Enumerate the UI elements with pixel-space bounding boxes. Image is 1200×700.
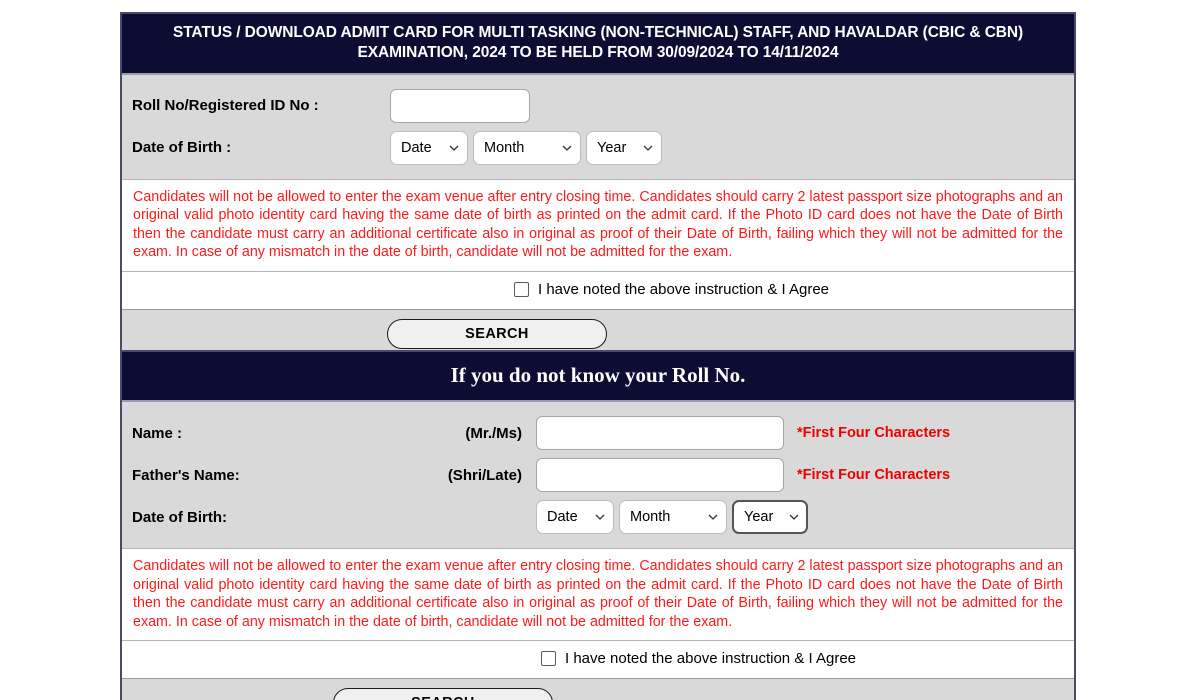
- name-label: Name :: [132, 424, 183, 442]
- dob-month-select-secondary[interactable]: MonthJanuaryFebruaryMarchAprilMayJune: [619, 500, 727, 534]
- agree-checkbox-secondary[interactable]: [541, 651, 556, 667]
- panel-title-primary: STATUS / DOWNLOAD ADMIT CARD FOR MULTI T…: [122, 12, 1074, 75]
- instruction-text-secondary: Candidates will not be allowed to enter …: [122, 548, 1074, 642]
- roll-number-row: Roll No/Registered ID No :: [122, 85, 1074, 127]
- father-name-row: Father's Name: (Shri/Late) *First Four C…: [122, 454, 1074, 496]
- dob-label-primary: Date of Birth :: [132, 139, 232, 157]
- father-salutation-label: (Shri/Late): [447, 466, 522, 484]
- dob-month-select-primary[interactable]: MonthJanuaryFebruaryMarchAprilMayJune: [473, 130, 581, 165]
- dob-year-select-primary[interactable]: Year199019911992199319941995: [586, 130, 662, 165]
- dob-date-wrap-secondary: Date01020304050607080910: [536, 500, 614, 534]
- dob-label-secondary: Date of Birth:: [132, 508, 227, 526]
- roll-number-label: Roll No/Registered ID No :: [132, 97, 319, 115]
- footer-secondary: SEARCH: [122, 679, 1074, 700]
- name-salutation-label: (Mr./Ms): [465, 424, 522, 442]
- dob-select-group-secondary: Date01020304050607080910 MonthJanuaryFeb…: [536, 500, 808, 534]
- name-input[interactable]: [536, 416, 784, 450]
- dob-month-wrap-primary: MonthJanuaryFebruaryMarchAprilMayJune: [473, 130, 581, 165]
- dob-row-secondary: Date of Birth: Date01020304050607080910 …: [122, 496, 1074, 538]
- panel-title-secondary: If you do not know your Roll No.: [122, 350, 1074, 402]
- father-name-label: Father's Name:: [132, 466, 240, 484]
- agree-checkbox-primary[interactable]: [514, 281, 529, 297]
- dob-year-wrap-primary: Year199019911992199319941995: [586, 130, 662, 165]
- roll-number-lookup-panel: If you do not know your Roll No. Name : …: [120, 350, 1076, 700]
- dob-date-select-primary[interactable]: Date01020304050607080910: [390, 130, 468, 165]
- page-root: STATUS / DOWNLOAD ADMIT CARD FOR MULTI T…: [0, 0, 1200, 700]
- dob-date-select-secondary[interactable]: Date01020304050607080910: [536, 500, 614, 534]
- name-row: Name : (Mr./Ms) *First Four Characters: [122, 412, 1074, 454]
- father-name-hint: *First Four Characters: [797, 467, 951, 483]
- agree-label-primary: I have noted the above instruction & I A…: [538, 280, 830, 298]
- search-button-secondary[interactable]: SEARCH: [333, 688, 553, 700]
- primary-form-body: Roll No/Registered ID No : Date of Birth…: [122, 74, 1074, 179]
- dob-year-wrap-secondary: Year199019911992199319941995: [732, 500, 808, 534]
- secondary-form-body: Name : (Mr./Ms) *First Four Characters F…: [122, 402, 1074, 548]
- father-name-input[interactable]: [536, 458, 784, 492]
- dob-row-primary: Date of Birth : Date01020304050607080910…: [122, 127, 1074, 169]
- agree-label-secondary: I have noted the above instruction & I A…: [565, 650, 857, 668]
- agree-row-primary: I have noted the above instruction & I A…: [122, 271, 1074, 310]
- admit-card-status-panel: STATUS / DOWNLOAD ADMIT CARD FOR MULTI T…: [120, 12, 1076, 362]
- search-button-primary[interactable]: SEARCH: [387, 318, 607, 349]
- roll-number-input[interactable]: [390, 88, 530, 123]
- dob-year-select-secondary[interactable]: Year199019911992199319941995: [732, 500, 808, 534]
- instruction-text-primary: Candidates will not be allowed to enter …: [122, 178, 1074, 272]
- agree-row-secondary: I have noted the above instruction & I A…: [122, 641, 1074, 680]
- dob-select-group-primary: Date01020304050607080910 MonthJanuaryFeb…: [390, 130, 662, 165]
- name-hint: *First Four Characters: [797, 425, 951, 441]
- dob-date-wrap-primary: Date01020304050607080910: [390, 130, 468, 165]
- dob-month-wrap-secondary: MonthJanuaryFebruaryMarchAprilMayJune: [619, 500, 727, 534]
